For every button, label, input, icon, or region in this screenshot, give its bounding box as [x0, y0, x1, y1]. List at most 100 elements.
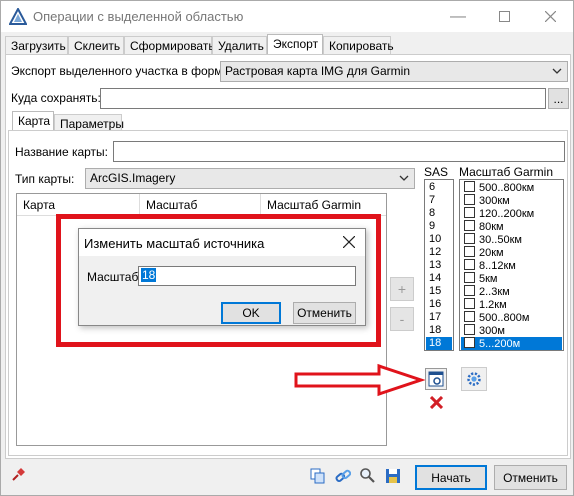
dialog-cancel-button[interactable]: Отменить [293, 302, 356, 324]
map-name-label: Название карты: [15, 145, 109, 159]
settings-button[interactable] [461, 367, 487, 391]
link-button[interactable] [335, 468, 353, 486]
sas-item[interactable]: 15 [426, 285, 452, 298]
garmin-item-label: 5км [479, 273, 498, 285]
delete-scale-button[interactable] [427, 393, 445, 411]
checkbox[interactable] [464, 337, 475, 348]
pin-icon [12, 468, 25, 481]
maximize-button[interactable] [481, 1, 527, 32]
dialog-title: Изменить масштаб источника [84, 236, 265, 251]
checkbox[interactable] [464, 233, 475, 244]
sas-item[interactable]: 8 [426, 207, 452, 220]
copy-button[interactable] [310, 468, 328, 486]
checkbox[interactable] [464, 207, 475, 218]
dialog-scale-input[interactable]: 18 [138, 266, 356, 286]
save-button[interactable] [385, 468, 403, 486]
column-divider [260, 194, 261, 216]
sas-item[interactable]: 6 [426, 181, 452, 194]
garmin-item[interactable]: 5км [461, 272, 562, 285]
dialog-title-bar: Изменить масштаб источника [79, 229, 365, 256]
tab-load[interactable]: Загрузить [5, 36, 68, 54]
scale-dialog: Изменить масштаб источника Масштаб 18 OK… [78, 228, 366, 326]
garmin-list[interactable]: 500..800км 300км 120..200км 80км 30..50к… [459, 179, 564, 351]
tab-delete[interactable]: Удалить [212, 36, 267, 54]
column-scale[interactable]: Масштаб [146, 198, 197, 212]
tab-merge[interactable]: Склеить [68, 36, 124, 54]
add-button[interactable]: + [390, 277, 414, 301]
checkbox[interactable] [464, 220, 475, 231]
garmin-item-label: 500..800м [479, 312, 530, 324]
tab-map[interactable]: Карта [12, 111, 54, 130]
sas-header: SAS [424, 165, 449, 179]
sas-item[interactable]: 18 [426, 324, 452, 337]
close-icon [544, 11, 556, 22]
checkbox[interactable] [464, 298, 475, 309]
tab-params[interactable]: Параметры [54, 114, 124, 131]
cancel-button[interactable]: Отменить [494, 465, 567, 490]
browse-button[interactable]: ... [548, 88, 569, 109]
close-window-button[interactable] [527, 1, 573, 32]
minimize-button[interactable]: — [435, 1, 481, 32]
start-button[interactable]: Начать [415, 465, 487, 490]
format-select[interactable]: Растровая карта IMG для Garmin [220, 61, 568, 82]
sas-item[interactable]: 17 [426, 311, 452, 324]
checkbox[interactable] [464, 246, 475, 257]
sas-list[interactable]: 6 7 8 9 10 12 13 14 15 16 17 18 18 [424, 179, 454, 351]
garmin-item-label: 5...200м [479, 338, 521, 350]
sas-item[interactable]: 12 [426, 246, 452, 259]
map-type-select[interactable]: ArcGIS.Imagery [85, 168, 415, 189]
sas-item[interactable]: 10 [426, 233, 452, 246]
tab-export[interactable]: Экспорт [267, 34, 323, 55]
garmin-item-label: 2..3км [479, 286, 510, 298]
map-name-input[interactable] [113, 141, 565, 162]
dialog-ok-button[interactable]: OK [221, 302, 281, 324]
maximize-icon [498, 11, 510, 22]
edit-scale-button[interactable] [425, 368, 447, 390]
garmin-item[interactable]: 300м [461, 324, 562, 337]
save-path-input[interactable] [100, 88, 546, 109]
red-arrow-annotation [294, 363, 425, 397]
remove-button[interactable]: - [390, 307, 414, 331]
checkbox[interactable] [464, 285, 475, 296]
garmin-item[interactable]: 2..3км [461, 285, 562, 298]
tab-copy[interactable]: Копировать [323, 36, 394, 54]
dialog-scale-label: Масштаб [87, 270, 139, 284]
pin-button[interactable] [11, 466, 27, 482]
garmin-item[interactable]: 80км [461, 220, 562, 233]
garmin-item-selected[interactable]: 5...200м [461, 337, 562, 350]
checkbox[interactable] [464, 324, 475, 335]
garmin-item[interactable]: 300км [461, 194, 562, 207]
sas-item[interactable]: 7 [426, 194, 452, 207]
sas-item[interactable]: 14 [426, 272, 452, 285]
sas-item[interactable]: 13 [426, 259, 452, 272]
floppy-disk-icon [386, 469, 400, 483]
tab-generate[interactable]: Сформировать [124, 36, 215, 54]
garmin-item-label: 80км [479, 221, 504, 233]
garmin-item[interactable]: 20км [461, 246, 562, 259]
checkbox[interactable] [464, 194, 475, 205]
column-map[interactable]: Карта [23, 198, 55, 212]
close-icon [342, 235, 356, 249]
chevron-down-icon [552, 68, 562, 74]
checkbox[interactable] [464, 259, 475, 270]
checkbox[interactable] [464, 311, 475, 322]
sas-item-selected[interactable]: 18 [426, 337, 452, 350]
app-logo-icon [8, 6, 28, 26]
dialog-close-button[interactable] [342, 235, 357, 250]
checkbox[interactable] [464, 272, 475, 283]
delete-x-icon [429, 395, 443, 409]
garmin-item[interactable]: 1.2км [461, 298, 562, 311]
garmin-item[interactable]: 30..50км [461, 233, 562, 246]
column-garmin-scale[interactable]: Масштаб Garmin [267, 198, 361, 212]
window-title: Операции с выделенной областью [33, 9, 244, 24]
garmin-item[interactable]: 500..800м [461, 311, 562, 324]
garmin-item[interactable]: 120..200км [461, 207, 562, 220]
garmin-item[interactable]: 500..800км [461, 181, 562, 194]
garmin-item[interactable]: 8..12км [461, 259, 562, 272]
checkbox[interactable] [464, 181, 475, 192]
grid-header: Карта Масштаб Масштаб Garmin [17, 194, 386, 216]
sas-item[interactable]: 16 [426, 298, 452, 311]
zoom-button[interactable] [359, 467, 377, 485]
map-type-label: Тип карты: [15, 172, 75, 186]
sas-item[interactable]: 9 [426, 220, 452, 233]
